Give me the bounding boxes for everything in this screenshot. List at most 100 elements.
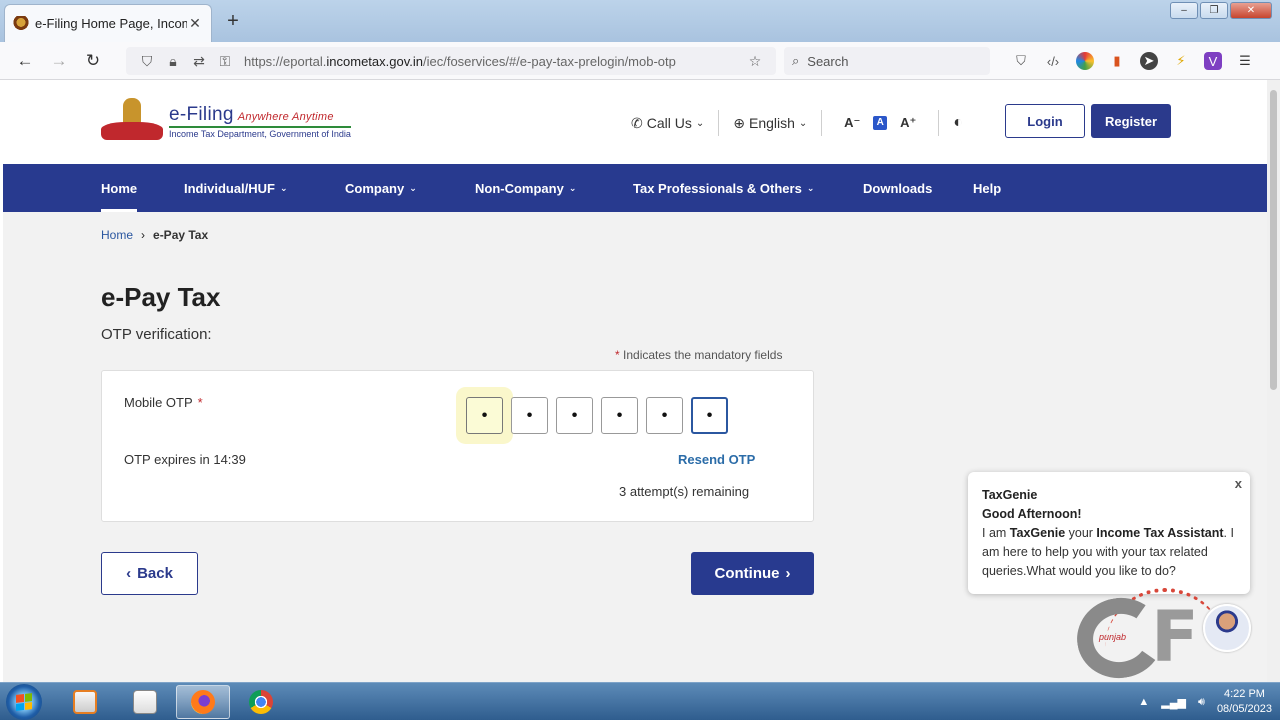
divider — [938, 110, 940, 136]
nav-company[interactable]: Company ⌄ — [345, 164, 417, 212]
chevron-down-icon: ⌄ — [695, 117, 705, 129]
permissions-icon: ⇄ — [193, 52, 205, 69]
taskbar-notepad[interactable] — [118, 685, 172, 719]
nav-individual-huf[interactable]: Individual/HUF ⌄ — [184, 164, 288, 212]
otp-digit-input[interactable]: • — [601, 397, 638, 434]
network-icon[interactable]: ▂▄▆ — [1161, 696, 1186, 709]
taskbar-chrome[interactable] — [234, 685, 288, 719]
logo-title: e-Filing Anywhere Anytime — [169, 103, 334, 125]
address-bar[interactable]: ⛉ 🔒︎ ⇄ ⚿ https://eportal.incometax.gov.i… — [126, 47, 776, 75]
shield-icon: ⛉ — [141, 52, 153, 69]
pen-extension-icon[interactable]: ⚡ — [1172, 52, 1190, 70]
phone-icon: ✆ — [631, 114, 643, 131]
extension-icon[interactable]: ▮ — [1108, 52, 1126, 70]
nav-help[interactable]: Help — [973, 164, 1001, 212]
otp-expiry-timer: OTP expires in 14:39 — [124, 452, 246, 467]
close-icon[interactable]: x — [1235, 474, 1242, 493]
tray-expand-icon[interactable]: ▲ — [1138, 696, 1149, 708]
bookmark-star-icon[interactable]: ☆ — [742, 53, 768, 70]
nav-home[interactable]: Home — [101, 164, 138, 212]
page-subtitle: OTP verification: — [101, 326, 212, 343]
back-button[interactable]: ‹ Back — [101, 552, 198, 595]
nav-tax-professionals[interactable]: Tax Professionals & Others ⌄ — [633, 164, 814, 212]
volume-icon[interactable]: 🔊︎ — [1198, 696, 1205, 709]
breadcrumb-home-link[interactable]: Home — [101, 228, 133, 242]
breadcrumb-separator: › — [141, 228, 146, 242]
increase-font-button[interactable]: A⁺ — [897, 115, 919, 131]
header-tools: ✆ Call Us ⌄ ⊕ English ⌄ A⁻ A A⁺ ◐ — [631, 110, 963, 136]
taskbar: ▲ ▂▄▆ 🔊︎ 4:22 PM 08/05/2023 — [0, 682, 1280, 720]
otp-digit-input[interactable]: • — [466, 397, 503, 434]
call-us-dropdown[interactable]: ✆ Call Us ⌄ — [631, 115, 704, 132]
decrease-font-button[interactable]: A⁻ — [841, 115, 863, 131]
window-close-button[interactable]: ✕ — [1230, 2, 1272, 19]
lock-icon: 🔒︎ — [169, 52, 177, 69]
divider — [821, 110, 823, 136]
web-page: e-Filing Anywhere Anytime Income Tax Depa… — [3, 80, 1267, 682]
browser-titlebar: e-Filing Home Page, Income Ta ✕ + – ❐ ✕ — [0, 0, 1280, 42]
mandatory-note: * Indicates the mandatory fields — [615, 348, 783, 362]
taxgenie-avatar[interactable] — [1203, 604, 1251, 652]
chevron-down-icon: ⌄ — [798, 117, 808, 129]
taxgenie-greeting: Good Afternoon! — [982, 507, 1082, 521]
menu-icon[interactable]: ☰ — [1236, 52, 1254, 70]
search-input[interactable]: ⌕ Search — [784, 47, 990, 75]
clock[interactable]: 4:22 PM 08/05/2023 — [1217, 687, 1272, 717]
nav-downloads[interactable]: Downloads — [863, 164, 932, 212]
globe-icon: ⊕ — [733, 114, 745, 131]
devtools-icon[interactable]: ‹/› — [1044, 52, 1062, 70]
attempts-remaining: 3 attempt(s) remaining — [619, 484, 750, 499]
resend-otp-link[interactable]: Resend OTP — [678, 452, 755, 467]
taxgenie-name: TaxGenie — [982, 488, 1038, 502]
mobile-otp-label: Mobile OTP * — [124, 395, 203, 410]
normal-font-button[interactable]: A — [873, 116, 888, 130]
minimize-button[interactable]: – — [1170, 2, 1198, 19]
browser-tab[interactable]: e-Filing Home Page, Income Ta ✕ — [4, 4, 212, 42]
key-icon: ⚿ — [219, 52, 231, 69]
taxgenie-chat-popup: x TaxGenie Good Afternoon! I am TaxGenie… — [968, 472, 1250, 594]
continue-button[interactable]: Continue › — [691, 552, 814, 595]
nav-non-company[interactable]: Non-Company ⌄ — [475, 164, 576, 212]
chevron-down-icon: ⌄ — [568, 182, 577, 193]
browser-toolbar: ← → ↻ ⛉ 🔒︎ ⇄ ⚿ https://eportal.incometax… — [0, 42, 1280, 80]
divider — [718, 110, 720, 136]
url-text[interactable]: https://eportal.incometax.gov.in/iec/fos… — [244, 54, 742, 69]
continue-label: Continue — [714, 565, 780, 582]
clock-date: 08/05/2023 — [1216, 703, 1272, 715]
otp-digit-input[interactable]: • — [691, 397, 728, 434]
notepad-icon — [133, 690, 157, 714]
back-arrow-icon[interactable]: ← — [8, 46, 42, 76]
forward-arrow-icon[interactable]: → — [42, 46, 76, 76]
language-dropdown[interactable]: ⊕ English ⌄ — [733, 115, 807, 132]
login-button[interactable]: Login — [1005, 104, 1085, 138]
register-button[interactable]: Register — [1091, 104, 1171, 138]
main-navigation: Home Individual/HUF ⌄ Company ⌄ Non-Compan… — [3, 164, 1267, 212]
contrast-icon[interactable]: ◐ — [953, 114, 963, 132]
start-button[interactable] — [6, 684, 42, 720]
maximize-button[interactable]: ❐ — [1200, 2, 1228, 19]
otp-digit-input[interactable]: • — [646, 397, 683, 434]
chevron-down-icon: ⌄ — [280, 182, 288, 193]
call-us-label: Call Us — [646, 115, 692, 131]
search-icon: ⌕ — [792, 53, 800, 68]
reload-icon[interactable]: ↻ — [76, 46, 110, 76]
taskbar-firefox[interactable] — [176, 685, 230, 719]
chevron-down-icon: ⌄ — [409, 182, 417, 193]
efiling-logo[interactable]: e-Filing Anywhere Anytime Income Tax Depa… — [101, 98, 351, 144]
chevron-down-icon: ⌄ — [806, 182, 815, 193]
v-extension-icon[interactable]: V — [1204, 52, 1222, 70]
new-tab-button[interactable]: + — [222, 10, 244, 33]
taskbar-media-player[interactable] — [58, 685, 112, 719]
pocket-icon[interactable]: ⛉ — [1012, 52, 1030, 70]
chevron-right-icon: › — [785, 565, 791, 582]
otp-digit-input[interactable]: • — [511, 397, 548, 434]
watermark-text: punjab — [1099, 632, 1127, 642]
otp-digit-input[interactable]: • — [556, 397, 593, 434]
color-picker-icon[interactable] — [1076, 52, 1094, 70]
otp-input-group: • • • • • • — [466, 397, 728, 434]
taxgenie-message: I am TaxGenie your Income Tax Assistant.… — [982, 526, 1234, 578]
scrollbar-thumb[interactable] — [1270, 90, 1277, 390]
close-tab-icon[interactable]: ✕ — [187, 15, 203, 32]
firefox-icon — [191, 690, 215, 714]
cursor-extension-icon[interactable]: ➤ — [1140, 52, 1158, 70]
